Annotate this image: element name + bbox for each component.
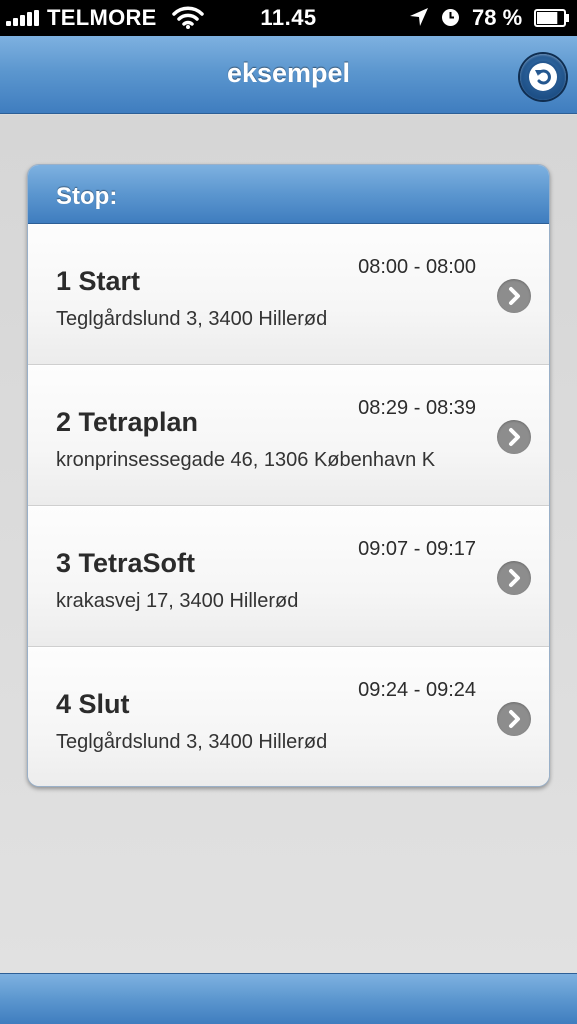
undo-arrow-icon bbox=[535, 69, 551, 85]
stop-row-1[interactable]: 08:00 - 08:00 1 Start Teglgårdslund 3, 3… bbox=[28, 224, 549, 365]
back-button[interactable] bbox=[520, 54, 566, 100]
stop-name: 4 Slut bbox=[56, 689, 130, 719]
stops-card: Stop: 08:00 - 08:00 1 Start Teglgårdslun… bbox=[27, 164, 550, 787]
stop-time: 08:00 - 08:00 bbox=[358, 256, 476, 278]
app-screen: TELMORE 11.45 78 % eksempel Stop: 08:00 … bbox=[0, 0, 577, 1024]
status-bar: TELMORE 11.45 78 % bbox=[0, 0, 577, 36]
stop-time: 08:29 - 08:39 bbox=[358, 397, 476, 419]
content-area: Stop: 08:00 - 08:00 1 Start Teglgårdslun… bbox=[0, 115, 577, 973]
clock-icon bbox=[442, 9, 459, 26]
stop-time: 09:24 - 09:24 bbox=[358, 679, 476, 701]
footer-toolbar bbox=[0, 973, 577, 1024]
stop-name: 3 TetraSoft bbox=[56, 548, 196, 578]
chevron-right-icon[interactable] bbox=[497, 561, 531, 595]
location-arrow-icon bbox=[410, 8, 428, 26]
stop-address: Teglgårdslund 3, 3400 Hillerød bbox=[56, 308, 328, 330]
stop-address: Teglgårdslund 3, 3400 Hillerød bbox=[56, 731, 328, 753]
stop-time: 09:07 - 09:17 bbox=[358, 538, 476, 560]
page-title: eksempel bbox=[226, 58, 351, 88]
stop-address: krakasvej 17, 3400 Hillerød bbox=[56, 590, 299, 612]
battery-icon bbox=[534, 9, 569, 27]
stop-row-3[interactable]: 09:07 - 09:17 3 TetraSoft krakasvej 17, … bbox=[28, 506, 549, 647]
stop-row-4[interactable]: 09:24 - 09:24 4 Slut Teglgårdslund 3, 34… bbox=[28, 647, 549, 786]
chevron-right-icon[interactable] bbox=[497, 279, 531, 313]
nav-header: eksempel bbox=[0, 36, 577, 114]
back-button-face bbox=[529, 63, 557, 91]
chevron-right-icon[interactable] bbox=[497, 420, 531, 454]
stop-name: 1 Start bbox=[56, 266, 141, 296]
stop-address: kronprinsessegade 46, 1306 København K bbox=[56, 449, 436, 471]
battery-percent: 78 % bbox=[472, 5, 523, 30]
stop-row-2[interactable]: 08:29 - 08:39 2 Tetraplan kronprinsesseg… bbox=[28, 365, 549, 506]
chevron-right-icon[interactable] bbox=[497, 702, 531, 736]
card-title: Stop: bbox=[28, 165, 549, 224]
stop-name: 2 Tetraplan bbox=[56, 407, 199, 437]
